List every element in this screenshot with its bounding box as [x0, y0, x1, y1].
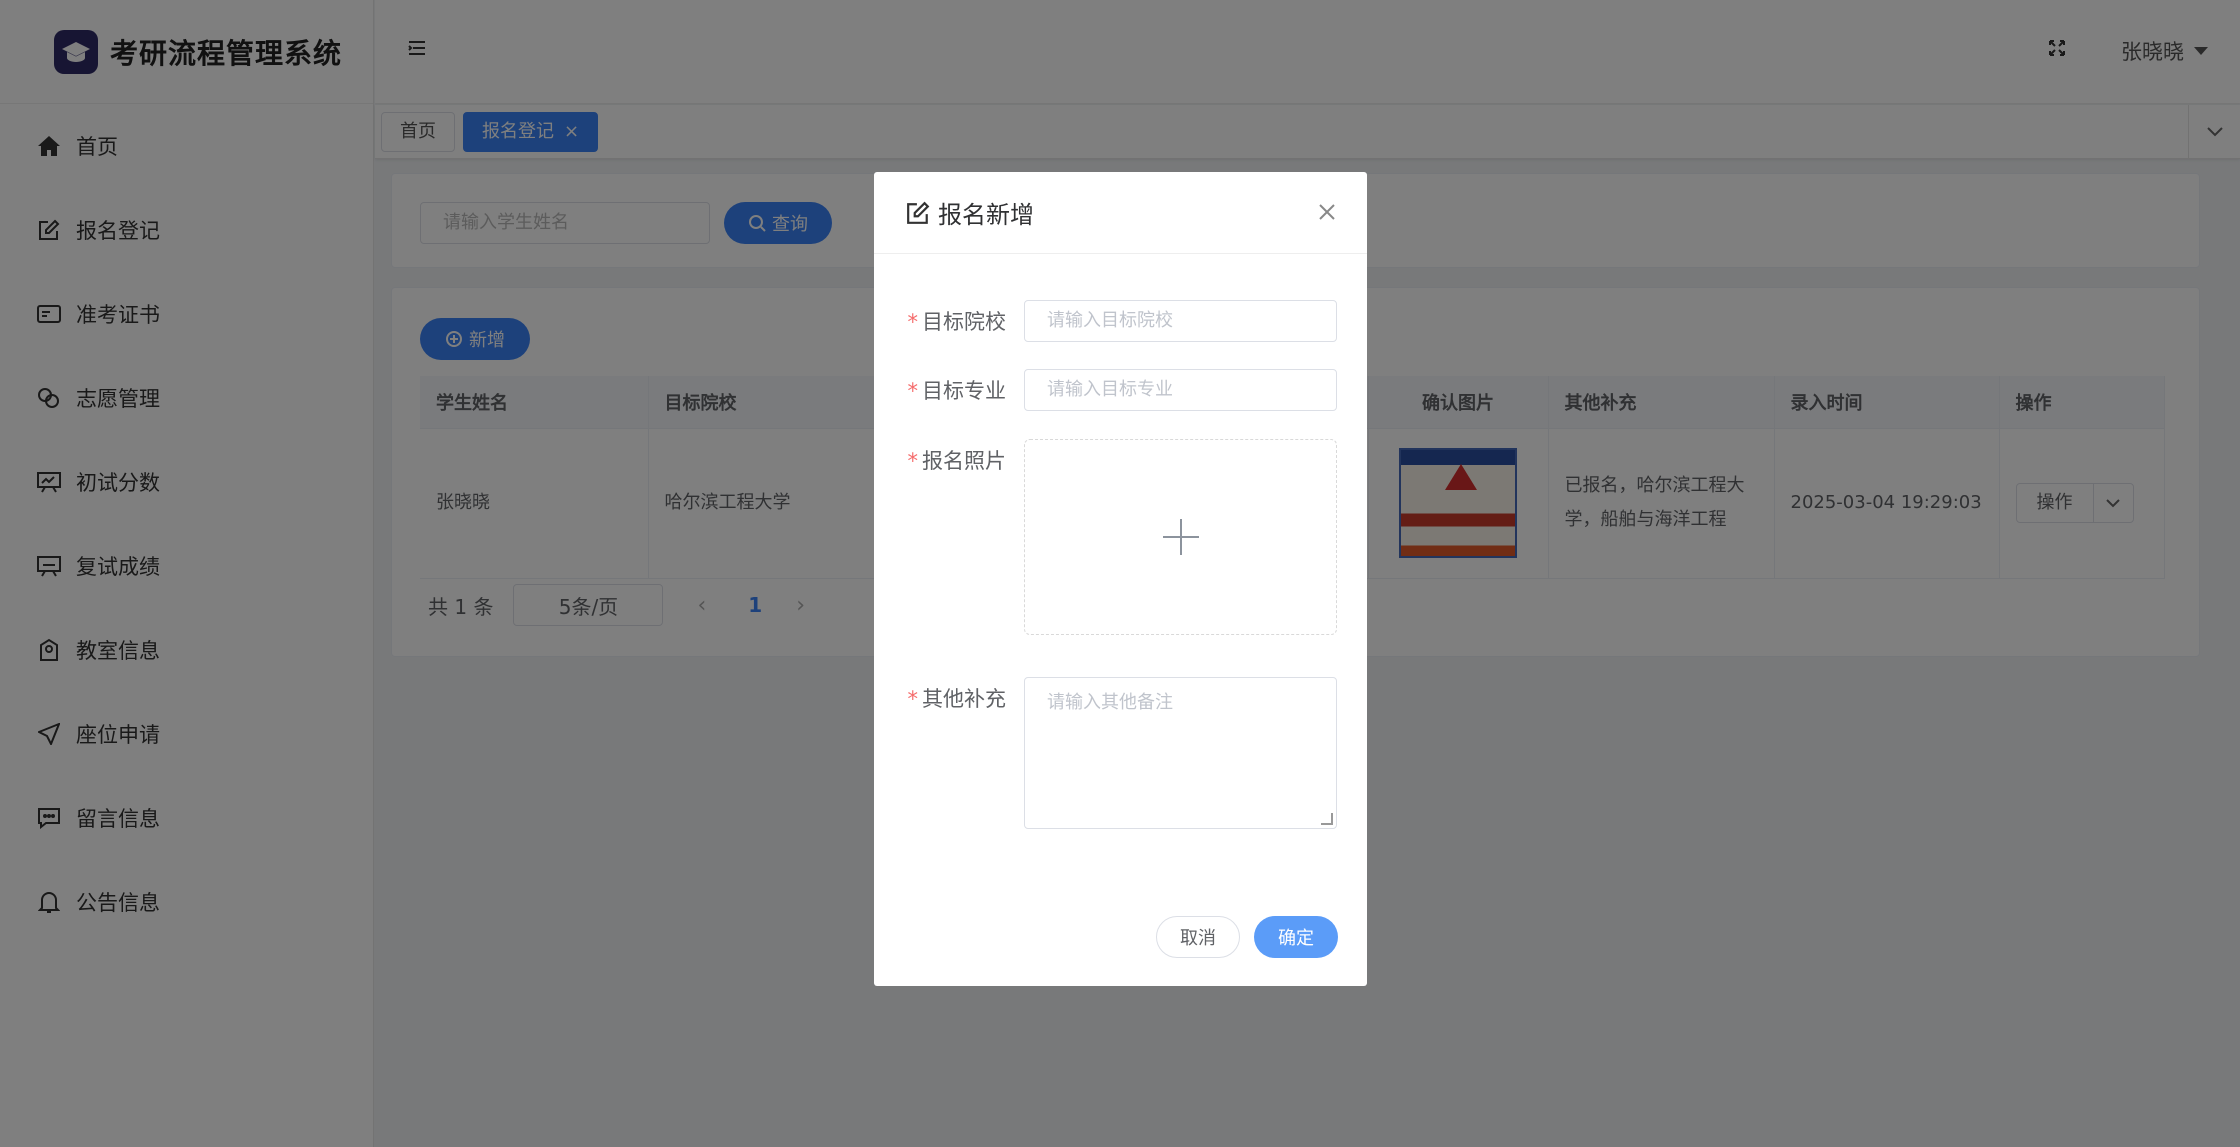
major-label: * 目标专业 [907, 379, 1007, 403]
app-root: 考研流程管理系统 首页 报名登记 准考证书 志愿管理 初试分数 复试成绩 教室信… [0, 0, 2240, 1147]
close-icon[interactable] [1317, 202, 1337, 222]
school-label: * 目标院校 [907, 310, 1007, 334]
dialog-title: 报名新增 [938, 201, 1034, 229]
photo-label: * 报名照片 [907, 449, 1007, 473]
plus-icon [1162, 519, 1199, 555]
note-label: * 其他补充 [907, 687, 1007, 711]
form-row-note: * 其他补充 请输入其他备注 [906, 677, 1337, 829]
target-major-input[interactable]: 请输入目标专业 [1024, 369, 1337, 411]
add-registration-dialog: 报名新增 * 目标院校 请输入目标院校 * 目标专业 请输入目标专业 * 报名照片 *… [874, 172, 1367, 986]
form-row-photo: * 报名照片 [906, 439, 1337, 635]
form-row-major: * 目标专业 请输入目标专业 [906, 369, 1337, 411]
cancel-button[interactable]: 取消 [1156, 916, 1240, 958]
target-school-input[interactable]: 请输入目标院校 [1024, 300, 1337, 342]
photo-upload[interactable] [1024, 439, 1337, 635]
dialog-header: 报名新增 [874, 172, 1367, 254]
edit-icon [907, 201, 930, 224]
confirm-button[interactable]: 确定 [1254, 916, 1338, 958]
other-note-textarea[interactable]: 请输入其他备注 [1024, 677, 1337, 829]
form-row-school: * 目标院校 请输入目标院校 [906, 300, 1337, 342]
